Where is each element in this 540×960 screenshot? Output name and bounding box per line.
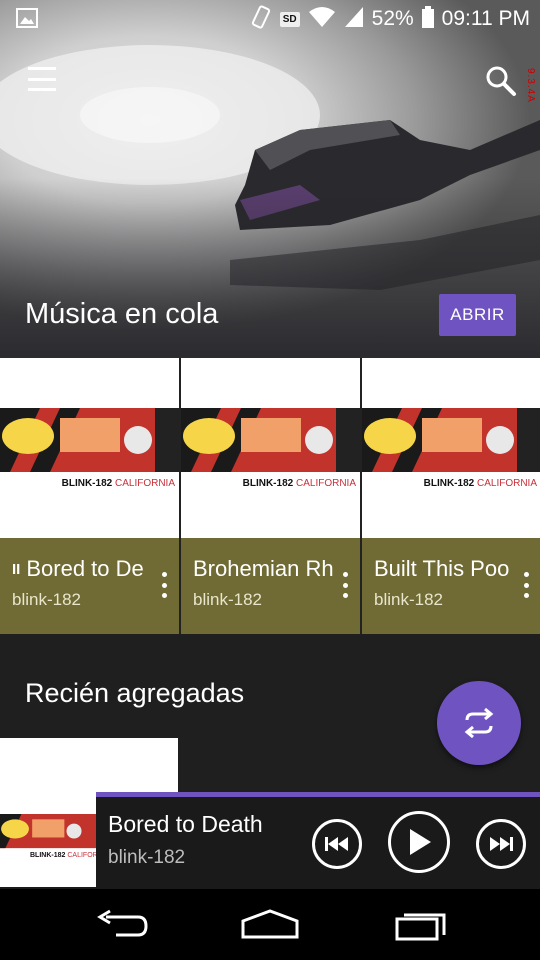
image-icon (16, 8, 38, 33)
card-title: II Bored to De (12, 556, 144, 581)
next-icon (490, 837, 513, 851)
card-artist: blink-182 (193, 590, 262, 609)
queue-cards: BLINK-182 CALIFORNIA II Bored to De blink… (0, 358, 540, 634)
next-track-button[interactable] (476, 819, 526, 869)
now-playing-artist: blink-182 (108, 847, 186, 868)
pause-icon: II (12, 561, 21, 578)
queue-card[interactable]: BLINK-182 CALIFORNIA Brohemian Rh blink-… (181, 358, 360, 634)
shuffle-icon (464, 708, 494, 738)
album-label: BLINK-182 CALIFORNIA (61, 478, 175, 489)
back-icon[interactable] (94, 907, 148, 948)
now-playing-bar[interactable]: BLINK-182 CALIFORNIA Bored to Death blin… (0, 792, 540, 889)
previous-icon (325, 837, 348, 851)
card-info: Built This Poo blink-182 (362, 538, 540, 634)
album-label: BLINK-182 CALIFORNIA (30, 852, 96, 859)
previous-track-button[interactable] (312, 819, 362, 869)
clock: 09:11 PM (441, 7, 530, 30)
album-art: BLINK-182 CALIFORNIA (0, 358, 179, 538)
signal-icon (344, 6, 364, 33)
card-title: Built This Poo (374, 556, 510, 581)
battery-icon (421, 5, 434, 33)
album-art: BLINK-182 CALIFORNIA (362, 358, 540, 538)
album-label: BLINK-182 CALIFORNIA (423, 478, 537, 489)
card-artist: blink-182 (12, 590, 81, 609)
status-bar: SD 52% 09:11 PM (0, 0, 540, 38)
card-info: II Bored to De blink-182 (0, 538, 179, 634)
more-options-icon[interactable] (340, 572, 350, 598)
play-button[interactable] (388, 811, 450, 873)
home-icon[interactable] (240, 907, 300, 948)
queue-section-title: Música en cola (25, 298, 219, 330)
card-title: Brohemian Rh (193, 556, 333, 581)
recently-added-title: Recién agregadas (25, 678, 245, 708)
search-icon[interactable] (484, 64, 518, 98)
shuffle-fab-button[interactable] (437, 681, 521, 765)
version-label: 9.3.4A (525, 68, 536, 103)
queue-card[interactable]: BLINK-182 CALIFORNIA Built This Poo blin… (362, 358, 540, 634)
recent-apps-icon[interactable] (394, 907, 448, 948)
open-queue-button[interactable]: ABRIR (439, 294, 516, 336)
album-art: BLINK-182 CALIFORNIA (181, 358, 360, 538)
album-label: BLINK-182 CALIFORNIA (242, 478, 356, 489)
more-options-icon[interactable] (159, 572, 169, 598)
play-icon (410, 829, 431, 855)
hamburger-menu-icon[interactable] (26, 64, 58, 94)
card-artist: blink-182 (374, 590, 443, 609)
card-info: Brohemian Rh blink-182 (181, 538, 360, 634)
more-options-icon[interactable] (521, 572, 531, 598)
now-playing-title: Bored to Death (108, 811, 263, 837)
vibrate-icon (250, 4, 272, 35)
navigation-bar (0, 889, 540, 960)
now-playing-album-art: BLINK-182 CALIFORNIA (0, 792, 96, 887)
battery-percent: 52% (371, 7, 414, 30)
sd-card-icon: SD (279, 11, 300, 27)
queue-card[interactable]: BLINK-182 CALIFORNIA II Bored to De blink… (0, 358, 179, 634)
wifi-icon (308, 6, 336, 33)
recent-album-thumb[interactable] (0, 738, 178, 792)
